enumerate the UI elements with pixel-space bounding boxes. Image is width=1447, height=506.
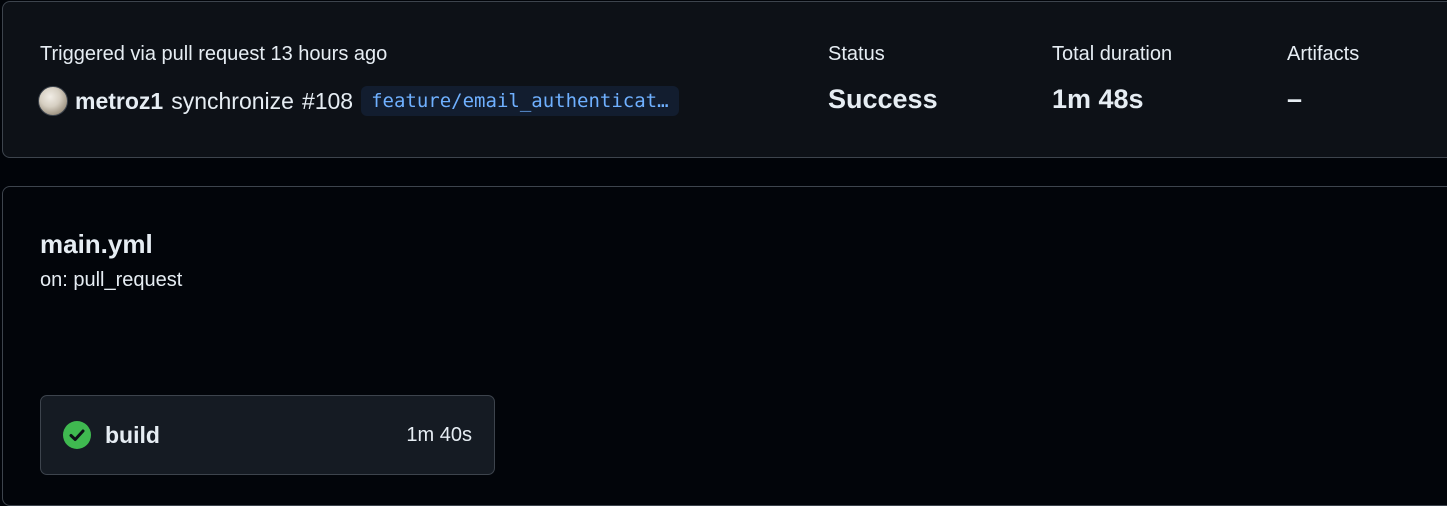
pr-number-link[interactable]: #108 — [302, 88, 353, 115]
workflow-graph-card: main.yml on: pull_request build 1m 40s — [2, 186, 1447, 506]
job-build[interactable]: build 1m 40s — [40, 395, 495, 475]
actor-avatar[interactable] — [38, 86, 68, 116]
trigger-text: Triggered via pull request 13 hours ago — [40, 43, 388, 65]
workflow-trigger: on: pull_request — [40, 269, 183, 291]
event-name: synchronize — [171, 87, 294, 114]
job-name: build — [105, 421, 160, 448]
workflow-file-name: main.yml — [40, 229, 153, 259]
actor-name-link[interactable]: metroz1 — [75, 88, 163, 115]
check-circle-icon — [63, 421, 91, 449]
total-duration-value: 1m 48s — [1052, 84, 1144, 114]
branch-label[interactable]: feature/email_authenticat… — [361, 86, 679, 116]
trigger-details: metroz1 synchronize #108 feature/email_a… — [38, 85, 679, 117]
artifacts-label: Artifacts — [1287, 43, 1360, 65]
job-duration: 1m 40s — [406, 423, 472, 446]
status-value: Success — [828, 84, 938, 114]
run-summary-card: Triggered via pull request 13 hours ago … — [2, 1, 1447, 158]
status-label: Status — [828, 43, 885, 65]
total-duration-label: Total duration — [1052, 43, 1173, 65]
artifacts-value: – — [1287, 84, 1303, 114]
